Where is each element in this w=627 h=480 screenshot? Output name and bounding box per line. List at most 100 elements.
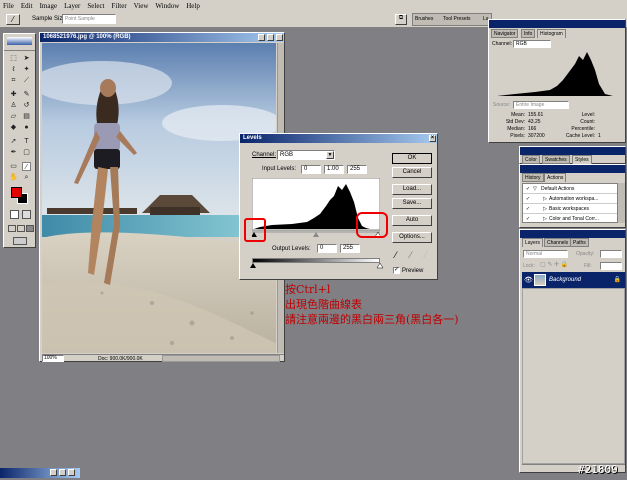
play-icon[interactable]: ▷ [533, 216, 547, 222]
play-icon[interactable]: ▷ [533, 196, 547, 202]
tab-actions[interactable]: Actions [544, 173, 567, 182]
foreground-color-swatch[interactable] [11, 187, 22, 198]
input-white-field[interactable]: 255 [347, 165, 367, 174]
slice-tool-icon[interactable]: ⟋ [22, 76, 31, 85]
auto-button[interactable]: Auto [392, 215, 432, 226]
move-tool-icon[interactable]: ➤ [22, 54, 31, 63]
jump-to-imageready-icon[interactable] [13, 237, 27, 245]
gamma-input-slider-icon[interactable] [313, 232, 319, 237]
output-black-field[interactable]: 0 [317, 244, 337, 253]
eye-icon[interactable]: 👁 [524, 276, 533, 284]
histogram-channel-select[interactable]: RGB [513, 40, 551, 48]
tab-paths[interactable]: Paths [570, 238, 589, 247]
check-icon[interactable]: ✓ [523, 196, 533, 202]
output-white-field[interactable]: 255 [340, 244, 360, 253]
notes-tool-icon[interactable]: ▭ [9, 162, 18, 171]
options-button[interactable]: Options... [392, 232, 432, 243]
screen-mode-menu-icon[interactable] [17, 225, 25, 232]
white-eyedropper-icon[interactable]: ⁄ [425, 250, 427, 260]
tab-layers[interactable]: Layers [522, 238, 544, 247]
list-item[interactable]: ✓ ▷ Automation workspa... [523, 194, 617, 204]
screen-mode-standard-icon[interactable] [8, 225, 16, 232]
minimized-close-button[interactable] [68, 469, 75, 476]
tab-info[interactable]: Info [521, 29, 536, 38]
tab-histogram[interactable]: Histogram [537, 29, 566, 38]
lock-icons[interactable]: ▢ ✎ ✢ 🔒 [540, 261, 568, 268]
palette-well-tab-brushes[interactable]: Brushes [415, 16, 433, 22]
list-item[interactable]: ✓ ▷ Color and Tonal Corr... [523, 214, 617, 224]
actions-scrollbar[interactable] [618, 183, 625, 223]
shape-tool-icon[interactable]: ▢ [22, 148, 31, 157]
sample-size-select[interactable]: Point Sample [62, 14, 116, 24]
crop-tool-icon[interactable]: ⌗ [9, 76, 18, 85]
eraser-tool-icon[interactable]: ▱ [9, 112, 18, 121]
black-output-slider-icon[interactable] [250, 263, 256, 268]
menu-window[interactable]: Window [155, 2, 179, 10]
horizontal-scrollbar[interactable] [162, 355, 280, 362]
lasso-tool-icon[interactable]: ℓ [9, 65, 18, 74]
clone-stamp-tool-icon[interactable]: ♙ [9, 101, 18, 110]
minimized-maximize-button[interactable] [59, 469, 66, 476]
maximize-button[interactable] [267, 34, 274, 41]
brush-tool-icon[interactable]: ✎ [22, 90, 31, 99]
blend-mode-select[interactable]: Normal [523, 250, 568, 258]
path-selection-tool-icon[interactable]: ➚ [9, 137, 18, 146]
healing-brush-tool-icon[interactable]: ✚ [9, 90, 18, 99]
menu-view[interactable]: View [134, 2, 149, 10]
standard-mode-icon[interactable] [10, 210, 19, 219]
palette-well-tab-tool-presets[interactable]: Tool Presets [443, 16, 471, 22]
list-item[interactable]: ✓ ▷ Basic workspaces [523, 204, 617, 214]
layer-row-background[interactable]: 👁 Background 🔒 [522, 272, 625, 288]
load-button[interactable]: Load... [392, 184, 432, 195]
screen-mode-full-icon[interactable] [26, 225, 34, 232]
file-browser-icon[interactable]: ⧉ [395, 14, 407, 25]
levels-close-button[interactable]: × [429, 135, 436, 142]
tab-history[interactable]: History [522, 173, 544, 182]
type-tool-icon[interactable]: T [22, 137, 31, 146]
white-output-slider-icon[interactable] [376, 263, 384, 269]
zoom-field[interactable]: 100% [42, 355, 64, 362]
hand-tool-icon[interactable]: ✋ [9, 173, 18, 182]
tab-styles[interactable]: Styles [572, 155, 592, 164]
check-icon[interactable]: ✓ [523, 186, 533, 192]
magic-wand-tool-icon[interactable]: ✦ [22, 65, 31, 74]
menu-help[interactable]: Help [186, 2, 200, 10]
ok-button[interactable]: OK [392, 153, 432, 164]
check-icon[interactable]: ✓ [523, 216, 533, 222]
history-brush-tool-icon[interactable]: ↺ [22, 101, 31, 110]
expand-icon[interactable]: ▽ [533, 186, 541, 192]
zoom-tool-icon[interactable]: ⌕ [22, 173, 31, 182]
input-black-field[interactable]: 0 [301, 165, 321, 174]
cancel-button[interactable]: Cancel [392, 167, 432, 178]
minimize-button[interactable] [258, 34, 265, 41]
check-icon[interactable]: ✓ [523, 206, 533, 212]
tab-navigator[interactable]: Navigator [491, 29, 519, 38]
minimized-restore-button[interactable] [50, 469, 57, 476]
tab-swatches[interactable]: Swatches [542, 155, 570, 164]
menu-select[interactable]: Select [87, 2, 104, 10]
minimized-window-bar[interactable] [0, 468, 80, 478]
input-gamma-field[interactable]: 1.00 [324, 165, 344, 174]
tab-channels[interactable]: Channels [544, 238, 572, 247]
quick-mask-mode-icon[interactable] [22, 210, 31, 219]
blur-tool-icon[interactable]: ◆ [9, 123, 18, 132]
channel-select[interactable]: RGB ▼ [277, 150, 335, 160]
pen-tool-icon[interactable]: ✒ [9, 148, 18, 157]
opacity-field[interactable] [600, 250, 622, 258]
list-item[interactable]: ✓ ▽ Default Actions [523, 184, 617, 194]
dodge-tool-icon[interactable]: ● [22, 123, 31, 132]
gray-eyedropper-icon[interactable]: ⁄ [410, 250, 412, 260]
menu-image[interactable]: Image [40, 2, 58, 10]
tab-color[interactable]: Color [522, 155, 540, 164]
menu-filter[interactable]: Filter [112, 2, 127, 10]
fill-field[interactable] [600, 262, 622, 270]
menu-file[interactable]: File [3, 2, 14, 10]
preview-checkbox[interactable]: ✓ [393, 267, 400, 274]
save-button[interactable]: Save... [392, 198, 432, 209]
marquee-tool-icon[interactable]: ⬚ [9, 54, 18, 63]
source-select[interactable]: Entire Image [513, 101, 569, 109]
eyedropper-tool-preset-button[interactable]: ⁄ [6, 14, 20, 25]
gradient-tool-icon[interactable]: ▤ [22, 112, 31, 121]
close-button[interactable] [276, 34, 283, 41]
play-icon[interactable]: ▷ [533, 206, 547, 212]
